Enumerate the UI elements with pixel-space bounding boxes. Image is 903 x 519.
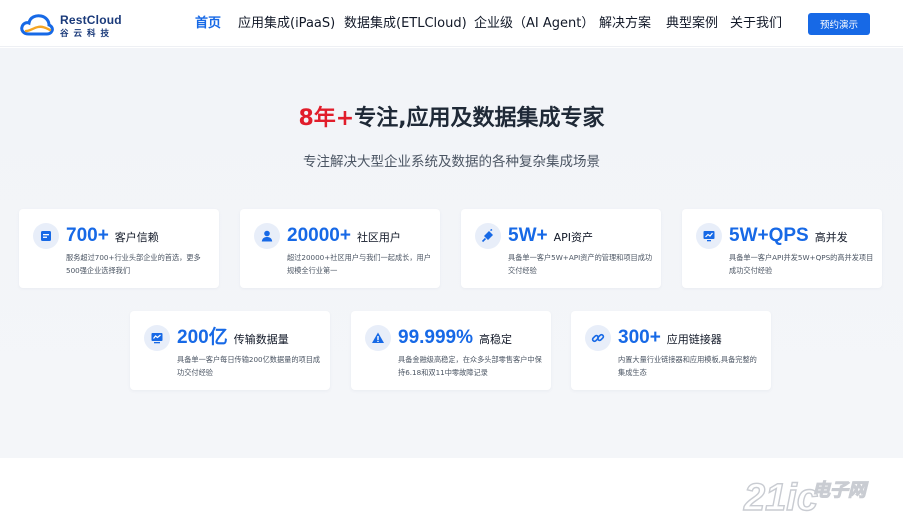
- nav-item-home[interactable]: 首页: [195, 15, 221, 32]
- brand-name: RestCloud: [60, 13, 122, 27]
- stat-label: 高并发: [814, 231, 848, 244]
- nav-item-cases[interactable]: 典型案例: [666, 15, 718, 32]
- stat-description: 内置大量行业链接器和应用模板,具备完整的集成生态: [618, 355, 757, 377]
- stat-label: 传输数据量: [233, 333, 289, 346]
- hero-title-accent: 8年+: [298, 106, 355, 131]
- nav-item-about[interactable]: 关于我们: [730, 15, 782, 32]
- nav-item-ipaas[interactable]: 应用集成(iPaaS): [238, 15, 335, 32]
- stat-number: 5W+QPS: [729, 225, 809, 246]
- stat-card-qps: 5W+QPS 高并发 具备单一客户API并发5W+QPS的高并发项目成功交付经验: [682, 209, 882, 288]
- chart-monitor-icon: [144, 325, 170, 351]
- top-navigation-bar: RestCloud 谷云科技 首页 应用集成(iPaaS) 数据集成(ETLCl…: [0, 0, 903, 47]
- svg-text:电子网: 电子网: [812, 480, 869, 500]
- stat-description: 具备金融级高稳定，在众多头部零售客户中保持6.18和双11中零故障记录: [398, 355, 542, 377]
- stat-number: 300+: [618, 327, 661, 348]
- stat-label: 高稳定: [479, 333, 513, 346]
- stat-label: 社区用户: [356, 231, 401, 244]
- stat-description: 超过20000+社区用户与我们一起成长，用户规模全行业第一: [287, 253, 431, 275]
- stat-card-connectors: 300+ 应用链接器 内置大量行业链接器和应用模板,具备完整的集成生态: [571, 311, 771, 390]
- trend-monitor-icon: [696, 223, 722, 249]
- svg-text:21ic: 21ic: [743, 477, 818, 516]
- stat-description: 具备单一客户5W+API资产的管理和项目成功交付经验: [508, 253, 653, 275]
- stat-card-api: 5W+ API资产 具备单一客户5W+API资产的管理和项目成功交付经验: [461, 209, 661, 288]
- stat-card-data-volume: 200亿 传输数据量 具备单一客户每日传输200亿数据量的项目成功交付经验: [130, 311, 330, 390]
- stat-label: 客户信赖: [114, 231, 159, 244]
- brand-subtitle: 谷云科技: [60, 29, 115, 39]
- stat-description: 服务超过700+行业头部企业的首选，更多500强企业选择我们: [66, 253, 201, 275]
- stat-number: 99.999%: [398, 327, 474, 348]
- stat-label: API资产: [553, 231, 594, 244]
- stat-card-community: 20000+ 社区用户 超过20000+社区用户与我们一起成长，用户规模全行业第…: [240, 209, 440, 288]
- hero-title-text: 专注,应用及数据集成专家: [354, 106, 605, 131]
- nav-item-ai-agent[interactable]: 企业级（AI Agent）: [474, 15, 594, 32]
- restcloud-logo[interactable]: RestCloud 谷云科技: [20, 10, 130, 40]
- hero-subtitle: 专注解决大型企业系统及数据的各种复杂集成场景: [303, 154, 600, 170]
- document-icon: [33, 223, 59, 249]
- stat-card-stability: 99.999% 高稳定 具备金融级高稳定，在众多头部零售客户中保持6.18和双1…: [351, 311, 551, 390]
- stat-description: 具备单一客户API并发5W+QPS的高并发项目成功交付经验: [729, 253, 874, 275]
- stat-number: 20000+: [287, 225, 351, 246]
- cloud-logo-icon: [20, 14, 54, 36]
- user-icon: [254, 223, 280, 249]
- book-demo-button[interactable]: 预约演示: [808, 13, 870, 35]
- stat-label: 应用链接器: [666, 333, 722, 346]
- link-icon: [585, 325, 611, 351]
- stat-card-customers: 700+ 客户信赖 服务超过700+行业头部企业的首选，更多500强企业选择我们: [19, 209, 219, 288]
- stat-number: 700+: [66, 225, 109, 246]
- warning-icon: [365, 325, 391, 351]
- stat-number: 200亿: [177, 327, 228, 348]
- plug-icon: [475, 223, 501, 249]
- nav-item-etlcloud[interactable]: 数据集成(ETLCloud): [344, 15, 467, 32]
- stat-description: 具备单一客户每日传输200亿数据量的项目成功交付经验: [177, 355, 321, 377]
- hero-section: 8年+专注,应用及数据集成专家 专注解决大型企业系统及数据的各种复杂集成场景 7…: [0, 48, 903, 458]
- 21ic-watermark-logo: 21ic 电子网: [742, 476, 869, 516]
- stat-number: 5W+: [508, 225, 548, 246]
- hero-title: 8年+专注,应用及数据集成专家: [0, 104, 903, 134]
- nav-item-solutions[interactable]: 解决方案: [599, 15, 651, 32]
